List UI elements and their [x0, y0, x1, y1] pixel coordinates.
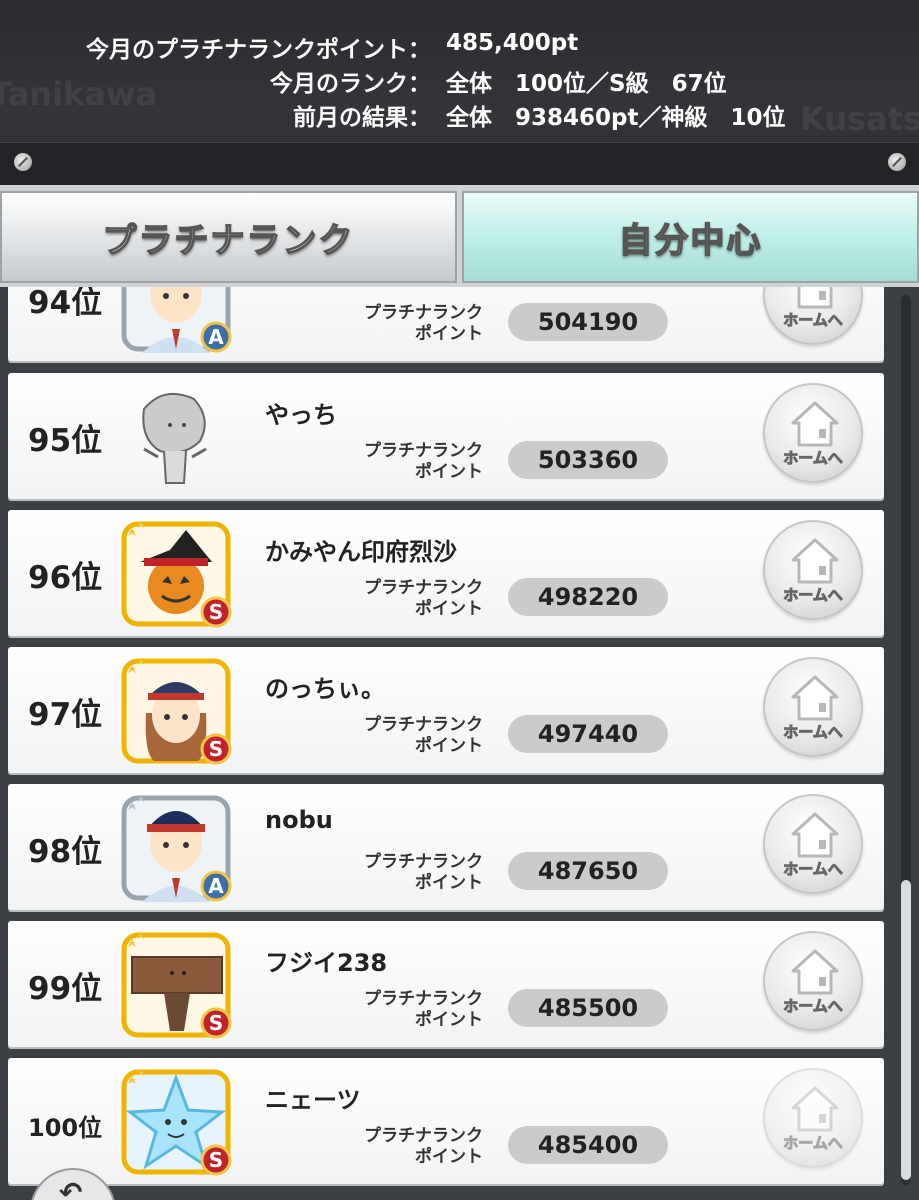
house-icon	[791, 812, 839, 858]
go-home-label: ホームへ	[783, 860, 844, 879]
rank-label: 97位	[28, 697, 103, 733]
player-name: フジイ238	[265, 949, 388, 977]
status-header: Tanikawa Kusatsu 今月のプラチナランクポイント： 485,400…	[0, 0, 919, 185]
monthly-points-row: 今月のプラチナランクポイント： 485,400pt	[0, 30, 919, 63]
points-value: 503360	[508, 441, 668, 479]
house-icon	[791, 675, 839, 721]
tab-platinum-rank[interactable]: プラチナランク	[0, 191, 457, 283]
ranking-row[interactable]: 96位 S かみやん印府烈沙 プラチナランク ポイント 498220 ホームへ	[8, 510, 884, 636]
player-avatar: S	[114, 1064, 238, 1180]
points-label: プラチナランク ポイント	[364, 303, 483, 344]
points-label: プラチナランク ポイント	[364, 441, 483, 482]
female-conductor-avatar-icon: S	[121, 658, 232, 765]
last-month-value: 全体 938460pt／神級 10位	[446, 105, 786, 131]
rank-label: 95位	[28, 423, 103, 459]
player-name: nobu	[265, 806, 333, 834]
svg-text:S: S	[209, 1148, 223, 1172]
go-home-label: ホームへ	[783, 1134, 844, 1153]
tab-self-centered[interactable]: 自分中心	[462, 191, 919, 283]
wooden-board-avatar-icon: S	[121, 932, 232, 1039]
player-avatar: S	[114, 927, 238, 1043]
go-home-button[interactable]: ホームへ	[763, 287, 863, 345]
go-home-button[interactable]: ホームへ	[763, 383, 863, 483]
monthly-rank-row: 今月のランク： 全体 100位／S級 67位	[0, 64, 919, 97]
back-arrow-icon: ↶	[59, 1176, 83, 1200]
last-month-label: 前月の結果：	[293, 105, 431, 131]
player-name: やっち	[265, 401, 337, 429]
svg-text:S: S	[209, 737, 223, 761]
ranking-row[interactable]: 100位 S ニェーツ プラチナランク ポイント 485400 ホームへ	[8, 1058, 884, 1184]
ranking-row[interactable]: 97位 S のっちぃ。 プラチナランク ポイント 497440 ホームへ	[8, 647, 884, 773]
house-icon	[791, 401, 839, 447]
screw-icon	[888, 153, 906, 171]
go-home-button[interactable]: ホームへ	[763, 520, 863, 620]
scrollbar-thumb[interactable]	[901, 880, 911, 1180]
conductor-avatar-icon: A	[121, 795, 232, 902]
go-home-button[interactable]: ホームへ	[763, 657, 863, 757]
svg-text:S: S	[209, 1011, 223, 1035]
ranking-row[interactable]: 99位 S フジイ238 プラチナランク ポイント 485500 ホームへ	[8, 921, 884, 1047]
player-name: ニェーツ	[265, 1086, 361, 1114]
monthly-points-value: 485,400pt	[446, 30, 579, 56]
house-icon	[791, 1086, 839, 1132]
last-month-row: 前月の結果： 全体 938460pt／神級 10位	[0, 98, 919, 131]
ranking-row[interactable]: 95位 やっち プラチナランク ポイント 503360 ホームへ	[8, 373, 884, 499]
svg-text:A: A	[208, 325, 224, 349]
ranking-row[interactable]: 94位 A プラチナランク ポイント 504190 ホームへ	[8, 287, 884, 361]
house-icon	[791, 538, 839, 584]
svg-text:S: S	[209, 600, 223, 624]
player-avatar: S	[114, 516, 238, 632]
player-name: かみやん印府烈沙	[265, 538, 457, 566]
screw-icon	[14, 153, 32, 171]
points-label: プラチナランク ポイント	[364, 578, 483, 619]
header-rail	[0, 142, 919, 185]
star-avatar-icon: S	[121, 1069, 232, 1176]
house-icon	[791, 949, 839, 995]
points-value: 487650	[508, 852, 668, 890]
go-home-button[interactable]: ホームへ	[763, 931, 863, 1031]
player-avatar: S	[114, 653, 238, 769]
go-home-button[interactable]: ホームへ	[763, 1068, 863, 1168]
points-value: 485400	[508, 1126, 668, 1164]
stone-figure-avatar-icon	[142, 392, 207, 484]
points-label: プラチナランク ポイント	[364, 989, 483, 1030]
points-label: プラチナランク ポイント	[364, 1126, 483, 1167]
player-avatar	[114, 379, 238, 495]
conductor-avatar-icon: A	[121, 287, 232, 353]
points-value: 497440	[508, 715, 668, 753]
go-home-label: ホームへ	[783, 723, 844, 742]
rank-label: 94位	[28, 287, 103, 321]
monthly-rank-label: 今月のランク：	[270, 71, 431, 97]
rank-label: 100位	[28, 1114, 103, 1142]
ranking-row[interactable]: 98位 A nobu プラチナランク ポイント 487650 ホームへ	[8, 784, 884, 910]
ranking-tabs: プラチナランク 自分中心	[0, 185, 919, 287]
monthly-points-label: 今月のプラチナランクポイント：	[86, 37, 431, 63]
go-home-label: ホームへ	[783, 311, 844, 330]
go-home-label: ホームへ	[783, 997, 844, 1016]
rank-label: 98位	[28, 834, 103, 870]
points-value: 504190	[508, 303, 668, 341]
svg-text:A: A	[208, 874, 224, 898]
points-value: 485500	[508, 989, 668, 1027]
ranking-list[interactable]: 94位 A プラチナランク ポイント 504190 ホームへ 95位 やっち プラ…	[0, 287, 919, 1200]
house-icon	[797, 287, 833, 309]
points-label: プラチナランク ポイント	[364, 852, 483, 893]
player-avatar: A	[114, 790, 238, 906]
pumpkin-witch-avatar-icon: S	[121, 521, 232, 628]
player-avatar: A	[114, 287, 238, 357]
rank-label: 96位	[28, 560, 103, 596]
go-home-button[interactable]: ホームへ	[763, 794, 863, 894]
points-value: 498220	[508, 578, 668, 616]
player-name: のっちぃ。	[265, 675, 385, 703]
go-home-label: ホームへ	[783, 586, 844, 605]
points-label: プラチナランク ポイント	[364, 715, 483, 756]
monthly-rank-value: 全体 100位／S級 67位	[446, 71, 727, 97]
rank-label: 99位	[28, 971, 103, 1007]
go-home-label: ホームへ	[783, 449, 844, 468]
